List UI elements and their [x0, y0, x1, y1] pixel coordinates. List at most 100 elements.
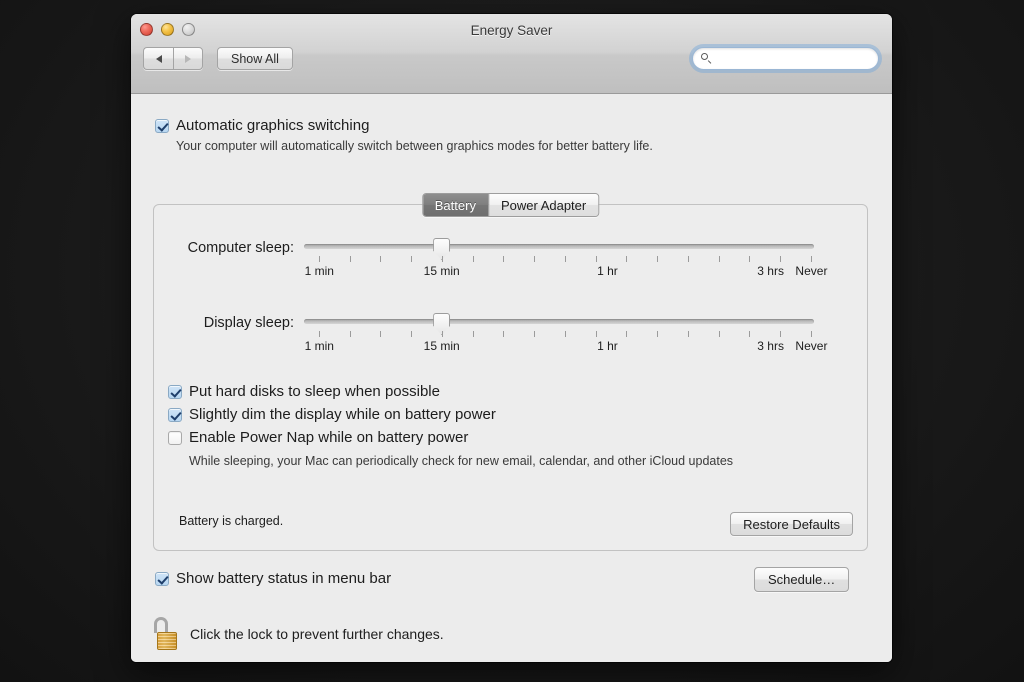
power-nap-checkbox[interactable]: [168, 431, 182, 445]
slider-tick: [749, 256, 751, 262]
slider-tick: [657, 256, 659, 262]
hard-disk-sleep-label: Put hard disks to sleep when possible: [189, 383, 440, 400]
power-source-tabs: Battery Power Adapter: [421, 193, 600, 217]
display-sleep-tick-labels: 1 min 15 min 1 hr 3 hrs Never: [304, 339, 828, 355]
display-sleep-slider[interactable]: 1 min 15 min 1 hr 3 hrs Never: [304, 312, 828, 360]
tab-battery[interactable]: Battery: [422, 194, 488, 216]
slider-tick: [595, 331, 597, 337]
slider-tick: [780, 256, 782, 262]
navigation-buttons: [143, 47, 203, 70]
window-title: Energy Saver: [470, 23, 553, 38]
slider-tick: [503, 331, 505, 337]
chevron-right-icon: [185, 54, 191, 63]
search-field[interactable]: [692, 47, 880, 70]
show-all-button[interactable]: Show All: [217, 47, 293, 70]
padlock-shackle: [154, 617, 168, 633]
slider-tick: [380, 331, 382, 337]
battery-options-group: Put hard disks to sleep when possible Sl…: [168, 383, 734, 469]
slider-tick: [780, 331, 782, 337]
schedule-button[interactable]: Schedule…: [754, 567, 850, 592]
display-sleep-track[interactable]: [304, 319, 814, 324]
chevron-left-icon: [155, 54, 162, 63]
window-titlebar[interactable]: Energy Saver Show All: [131, 14, 892, 94]
show-battery-status-checkbox[interactable]: [155, 572, 169, 586]
computer-sleep-tick-labels: 1 min 15 min 1 hr 3 hrs Never: [304, 264, 828, 280]
automatic-graphics-switching-row[interactable]: Automatic graphics switching: [155, 117, 653, 134]
slider-tick: [472, 331, 474, 337]
automatic-graphics-switching-label: Automatic graphics switching: [176, 117, 370, 134]
display-sleep-label: Display sleep:: [203, 315, 294, 331]
slider-tick: [349, 331, 351, 337]
automatic-graphics-switching-checkbox[interactable]: [155, 119, 169, 133]
slider-tick: [380, 256, 382, 262]
slider-tick: [411, 331, 413, 337]
display-sleep-ticks: [304, 331, 814, 338]
slider-tick: [349, 256, 351, 262]
menu-bar-option-row[interactable]: Show battery status in menu bar: [155, 570, 392, 587]
slider-tick-label: 1 hr: [597, 339, 618, 353]
slider-tick: [564, 331, 566, 337]
hard-disk-sleep-row[interactable]: Put hard disks to sleep when possible: [168, 383, 733, 400]
computer-sleep-label: Computer sleep:: [187, 240, 294, 256]
search-icon: [701, 52, 713, 65]
preference-pane-body: Automatic graphics switching Your comput…: [131, 94, 892, 662]
slider-tick: [718, 256, 720, 262]
slider-tick: [503, 256, 505, 262]
slider-tick-label: Never: [795, 264, 828, 278]
slider-tick: [687, 331, 689, 337]
computer-sleep-track[interactable]: [304, 244, 814, 249]
slider-tick-label: 15 min: [423, 339, 460, 353]
slider-tick: [441, 331, 443, 337]
power-nap-description: While sleeping, your Mac can periodicall…: [189, 454, 734, 468]
slider-tick-label: 1 min: [304, 264, 334, 278]
slider-tick: [687, 256, 689, 262]
slider-tick: [318, 331, 320, 337]
power-nap-label: Enable Power Nap while on battery power: [189, 429, 469, 446]
unlocked-padlock-icon[interactable]: [153, 617, 179, 651]
battery-status-text: Battery is charged.: [179, 514, 284, 528]
automatic-graphics-switching-group: Automatic graphics switching Your comput…: [155, 117, 653, 154]
slider-tick: [441, 256, 443, 262]
slider-tick: [657, 331, 659, 337]
computer-sleep-row: Computer sleep: 1 min 15 min 1 hr 3 hrs Neve…: [154, 237, 867, 285]
restore-defaults-button[interactable]: Restore Defaults: [730, 512, 853, 536]
slider-tick: [472, 256, 474, 262]
display-sleep-row: Display sleep: 1 min 15 min 1 hr 3 hrs Never: [154, 312, 867, 360]
slider-tick: [810, 331, 812, 337]
slider-tick-label: 15 min: [423, 264, 460, 278]
dim-display-checkbox[interactable]: [168, 408, 182, 422]
lock-row[interactable]: Click the lock to prevent further change…: [153, 617, 444, 651]
lock-instruction-text: Click the lock to prevent further change…: [190, 626, 444, 642]
slider-tick: [564, 256, 566, 262]
dim-display-label: Slightly dim the display while on batter…: [189, 406, 496, 423]
slider-tick: [595, 256, 597, 262]
energy-saver-window: Energy Saver Show All Automatic graphics…: [131, 14, 892, 662]
search-input[interactable]: [713, 48, 880, 69]
hard-disk-sleep-checkbox[interactable]: [168, 385, 182, 399]
power-nap-row[interactable]: Enable Power Nap while on battery power: [168, 429, 733, 446]
dim-display-row[interactable]: Slightly dim the display while on batter…: [168, 406, 733, 423]
slider-tick-label: Never: [795, 339, 828, 353]
computer-sleep-ticks: [304, 256, 814, 263]
show-battery-status-label: Show battery status in menu bar: [176, 570, 392, 587]
slider-tick: [749, 331, 751, 337]
slider-tick: [626, 331, 628, 337]
slider-tick: [810, 256, 812, 262]
slider-tick: [534, 256, 536, 262]
slider-tick: [626, 256, 628, 262]
slider-tick: [318, 256, 320, 262]
battery-settings-panel: Battery Power Adapter Computer sleep: 1 …: [153, 193, 868, 551]
tab-power-adapter[interactable]: Power Adapter: [487, 194, 599, 216]
slider-tick-label: 3 hrs: [757, 339, 784, 353]
slider-tick: [411, 256, 413, 262]
computer-sleep-slider[interactable]: 1 min 15 min 1 hr 3 hrs Never: [304, 237, 828, 285]
padlock-body: [157, 632, 177, 650]
slider-tick: [534, 331, 536, 337]
slider-tick: [718, 331, 720, 337]
forward-button: [173, 47, 203, 70]
slider-tick-label: 1 min: [304, 339, 334, 353]
automatic-graphics-switching-description: Your computer will automatically switch …: [176, 139, 653, 153]
slider-tick-label: 3 hrs: [757, 264, 784, 278]
back-button[interactable]: [143, 47, 173, 70]
slider-tick-label: 1 hr: [597, 264, 618, 278]
